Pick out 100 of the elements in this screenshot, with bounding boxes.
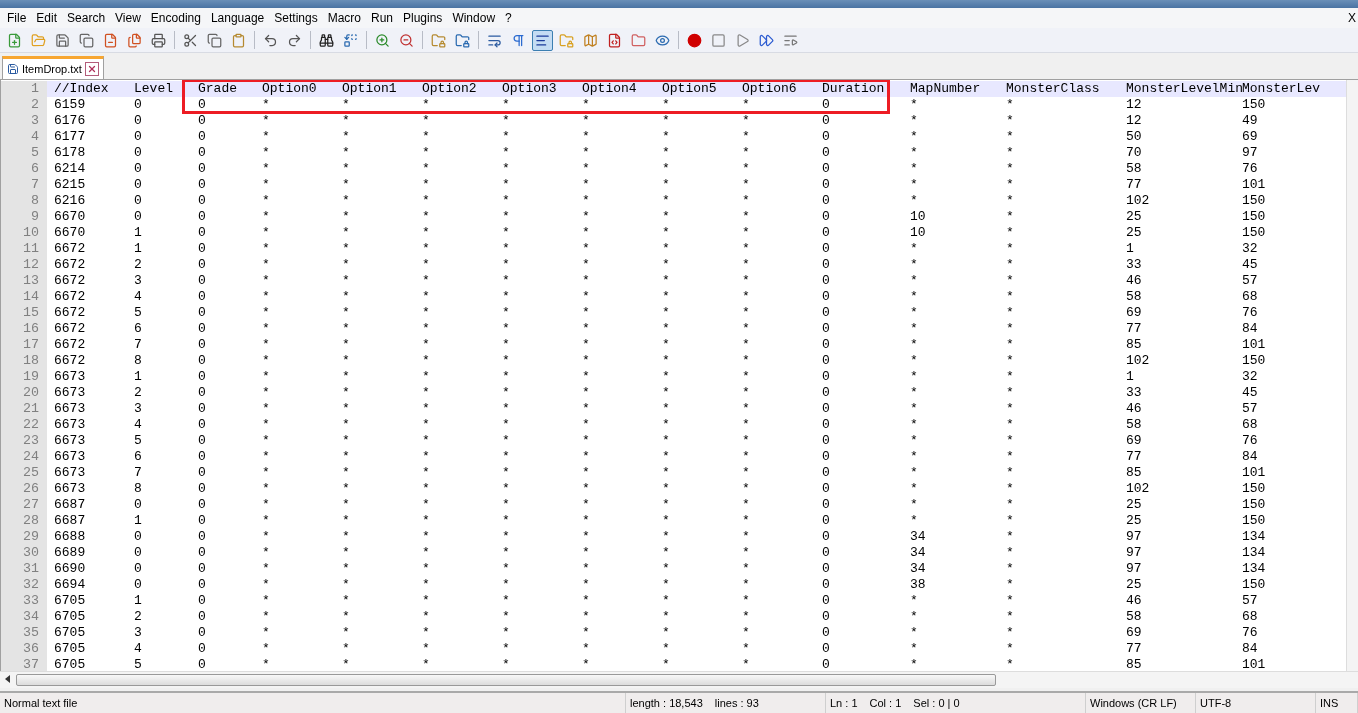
cell-text: *: [582, 193, 591, 209]
cell-text: *: [742, 481, 751, 497]
text-editor[interactable]: [0, 79, 1358, 671]
cell-text: 2: [134, 609, 143, 625]
cell-text: 6687: [54, 513, 87, 529]
cell-text: 2: [134, 257, 143, 273]
menu-item[interactable]: Language: [205, 11, 270, 25]
cell-text: *: [582, 545, 591, 561]
cell-text: *: [422, 417, 431, 433]
cell-text: *: [662, 625, 671, 641]
cell-text: 1: [134, 241, 143, 257]
cell-text: 0: [822, 449, 831, 465]
cell-text: 5: [134, 657, 143, 671]
cell-text: *: [262, 641, 271, 657]
indent-guide-icon: [535, 32, 550, 48]
cell-text: *: [342, 353, 351, 369]
cell-text: *: [1006, 609, 1015, 625]
menu-item[interactable]: Encoding: [145, 11, 206, 25]
cell-text: *: [910, 145, 919, 161]
cell-text: *: [422, 513, 431, 529]
menu-item[interactable]: Edit: [31, 11, 63, 25]
cell-text: *: [1006, 593, 1015, 609]
cell-text: 0: [822, 369, 831, 385]
cell-text: *: [262, 625, 271, 641]
line-number: 26: [1, 481, 47, 497]
horizontal-scrollbar[interactable]: [0, 671, 1358, 688]
cell-text: *: [582, 529, 591, 545]
cell-text: *: [582, 401, 591, 417]
scroll-thumb[interactable]: [16, 674, 996, 686]
cell-text: *: [910, 657, 919, 671]
cell-text: Option3: [502, 81, 558, 97]
cell-text: *: [662, 193, 671, 209]
cell-text: *: [910, 289, 919, 305]
cell-text: 0: [198, 177, 207, 193]
cell-text: *: [502, 257, 511, 273]
cell-text: 0: [198, 113, 207, 129]
cell-text: *: [662, 289, 671, 305]
cell-text: 84: [1242, 321, 1259, 337]
cell-text: Option5: [662, 81, 718, 97]
cell-text: 0: [822, 273, 831, 289]
cell-text: *: [910, 129, 919, 145]
menu-item[interactable]: File: [2, 11, 32, 25]
close-document-button[interactable]: X: [1348, 11, 1358, 25]
tab-close-button[interactable]: [84, 62, 99, 76]
line-number: 18: [1, 353, 47, 369]
wrap-icon: [487, 32, 502, 48]
cell-text: 0: [822, 129, 831, 145]
cell-text: *: [1006, 225, 1015, 241]
cell-text: *: [1006, 353, 1015, 369]
cell-text: *: [1006, 305, 1015, 321]
cell-text: 0: [822, 529, 831, 545]
cell-text: *: [342, 369, 351, 385]
redo-icon: [287, 32, 302, 48]
cell-text: *: [422, 113, 431, 129]
cell-text: *: [910, 369, 919, 385]
line-number: 37: [1, 657, 47, 671]
cell-text: *: [662, 273, 671, 289]
cell-text: *: [422, 337, 431, 353]
menu-item[interactable]: Settings: [269, 11, 323, 25]
cell-text: *: [262, 593, 271, 609]
menu-item[interactable]: ?: [500, 11, 517, 25]
cell-text: *: [342, 161, 351, 177]
cell-text: *: [1006, 433, 1015, 449]
cell-text: *: [342, 433, 351, 449]
cell-text: *: [1006, 321, 1015, 337]
file-tab[interactable]: ItemDrop.txt: [2, 56, 104, 79]
cell-text: *: [910, 401, 919, 417]
stop-icon: [711, 32, 726, 48]
cell-text: *: [582, 305, 591, 321]
cell-text: *: [342, 113, 351, 129]
cell-text: *: [582, 433, 591, 449]
cell-text: 1: [134, 593, 143, 609]
cell-text: *: [742, 177, 751, 193]
cell-text: *: [910, 177, 919, 193]
menu-item[interactable]: Window: [447, 11, 501, 25]
cell-text: 0: [822, 545, 831, 561]
menu-item[interactable]: Search: [62, 11, 111, 25]
menu-item[interactable]: Plugins: [398, 11, 448, 25]
cell-text: *: [262, 129, 271, 145]
vertical-scrollbar[interactable]: [1346, 80, 1358, 671]
cell-text: 0: [822, 593, 831, 609]
cell-text: 6672: [54, 305, 87, 321]
cell-text: *: [742, 433, 751, 449]
cell-text: *: [422, 177, 431, 193]
menu-item[interactable]: Run: [366, 11, 398, 25]
cell-text: *: [742, 545, 751, 561]
cell-text: 101: [1242, 465, 1267, 481]
cell-text: *: [742, 353, 751, 369]
copy-icon: [207, 32, 222, 48]
menu-item[interactable]: View: [110, 11, 146, 25]
cell-text: 84: [1242, 449, 1259, 465]
cell-text: 5: [134, 305, 143, 321]
cell-text: 0: [198, 577, 207, 593]
line-number: 35: [1, 625, 47, 641]
menu-item[interactable]: Macro: [322, 11, 366, 25]
cell-text: 0: [198, 353, 207, 369]
line-number: 33: [1, 593, 47, 609]
cell-text: 0: [822, 289, 831, 305]
cell-text: *: [742, 225, 751, 241]
save-icon: [55, 32, 70, 48]
